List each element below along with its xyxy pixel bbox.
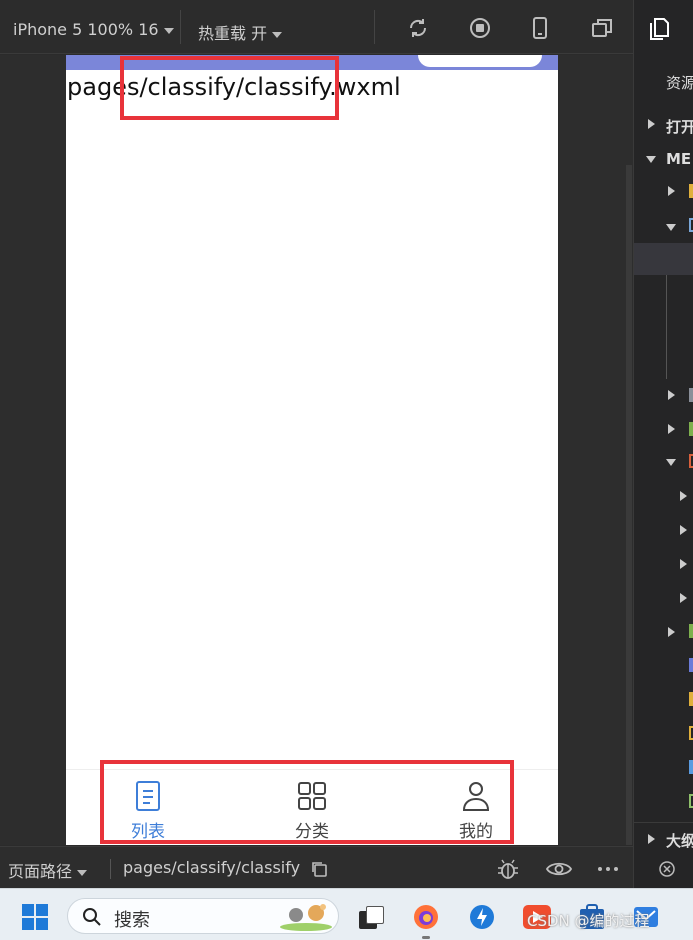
grid-icon [298, 782, 326, 810]
json-file-icon[interactable] [689, 726, 693, 740]
more-icon[interactable] [597, 866, 619, 872]
files-icon[interactable] [648, 17, 670, 41]
folder-icon[interactable] [689, 388, 693, 402]
page-path-value: pages/classify/classify [123, 858, 300, 877]
search-icon [83, 908, 101, 926]
detach-window-icon[interactable] [590, 16, 614, 40]
file-icon[interactable] [689, 692, 693, 706]
panel-divider [634, 822, 693, 823]
tree-guide-line [666, 275, 667, 379]
resource-manager-title: 资源 [666, 74, 693, 92]
phone-screen: pages/classify/classify.wxml 列表 分类 我的 [66, 55, 558, 845]
search-label: 搜索 [114, 910, 150, 931]
tab-category[interactable]: 分类 [267, 780, 357, 844]
chevron-right-icon[interactable] [680, 559, 687, 569]
menu-capsule[interactable] [418, 55, 542, 67]
devtools-window: iPhone 5 100% 16 热重载 开 pages/classify/cl… [0, 0, 693, 940]
project-section[interactable]: ME [666, 150, 691, 168]
hot-reload-label: 热重载 开 [198, 24, 268, 43]
tab-bar: 列表 分类 我的 [66, 769, 558, 845]
copy-icon[interactable] [310, 860, 328, 878]
chevron-right-icon[interactable] [668, 390, 675, 400]
chevron-right-icon[interactable] [668, 186, 675, 196]
pets-illustration-icon [280, 904, 332, 931]
file-icon[interactable] [689, 658, 693, 672]
os-taskbar: 搜索 CSDN @编的过程 [0, 888, 693, 940]
folder-icon[interactable] [689, 624, 693, 638]
device-selector[interactable]: iPhone 5 100% 16 [13, 20, 174, 39]
chevron-right-icon[interactable] [648, 119, 655, 129]
file-icon[interactable] [689, 794, 693, 808]
eye-icon[interactable] [546, 859, 572, 879]
page-path-label: 页面路径 [8, 862, 73, 881]
phone-icon[interactable] [528, 16, 552, 40]
chevron-down-icon[interactable] [666, 459, 676, 466]
tab-list-label: 列表 [131, 822, 165, 842]
taskbar-search[interactable]: 搜索 [67, 898, 339, 934]
tab-mine[interactable]: 我的 [431, 780, 521, 844]
windows-start-icon[interactable] [21, 903, 49, 931]
task-view-icon[interactable] [357, 905, 387, 931]
scrollbar[interactable] [626, 165, 632, 845]
firefox-icon[interactable] [412, 903, 440, 931]
chevron-right-icon[interactable] [680, 491, 687, 501]
chevron-down-icon [272, 31, 283, 38]
chevron-down-icon [77, 869, 88, 876]
folder-icon[interactable] [689, 422, 693, 436]
simulator-right-margin [558, 55, 633, 845]
page-path-text: pages/classify/classify [123, 858, 301, 877]
hot-reload-toggle[interactable]: 热重载 开 [198, 20, 283, 44]
navigation-bar [66, 55, 558, 70]
simulator-left-margin [0, 55, 66, 845]
error-icon[interactable] [658, 860, 676, 878]
refresh-icon[interactable] [406, 16, 430, 40]
pathbar-divider [110, 859, 111, 879]
chevron-right-icon[interactable] [680, 593, 687, 603]
page-path-selector[interactable]: 页面路径 [8, 858, 88, 882]
chevron-right-icon[interactable] [668, 627, 675, 637]
outline-section[interactable]: 大纲 [666, 830, 693, 851]
folder-icon[interactable] [689, 184, 693, 198]
explorer-panel: 资源 打开 ME 大纲 [633, 0, 693, 888]
folder-open-icon[interactable] [689, 218, 693, 232]
app-bolt-icon[interactable] [468, 903, 496, 931]
chevron-right-icon[interactable] [680, 525, 687, 535]
chevron-right-icon[interactable] [668, 424, 675, 434]
chevron-down-icon [163, 27, 174, 34]
folder-open-icon[interactable] [689, 454, 693, 468]
chevron-down-icon[interactable] [646, 156, 656, 163]
toolbar-divider [180, 10, 181, 44]
simulator-toolbar: iPhone 5 100% 16 热重载 开 [0, 0, 633, 54]
user-icon [462, 782, 490, 811]
tab-mine-label: 我的 [459, 822, 493, 842]
device-label: iPhone 5 100% 16 [13, 20, 159, 39]
toolbar-divider [374, 10, 375, 44]
tab-category-label: 分类 [295, 822, 329, 842]
stop-icon[interactable] [468, 16, 492, 40]
page-content-text: pages/classify/classify.wxml [67, 73, 401, 101]
chevron-down-icon[interactable] [666, 224, 676, 231]
chevron-right-icon[interactable] [648, 834, 655, 844]
open-editors-section[interactable]: 打开 [666, 116, 693, 137]
page-path-bar: 页面路径 pages/classify/classify [0, 846, 633, 888]
bug-icon[interactable] [496, 857, 520, 881]
running-indicator [422, 936, 430, 939]
watermark-text: CSDN @编的过程 [527, 912, 650, 930]
selected-row[interactable] [634, 243, 693, 275]
file-icon[interactable] [689, 760, 693, 774]
list-icon [136, 781, 160, 811]
tab-list[interactable]: 列表 [103, 780, 193, 844]
